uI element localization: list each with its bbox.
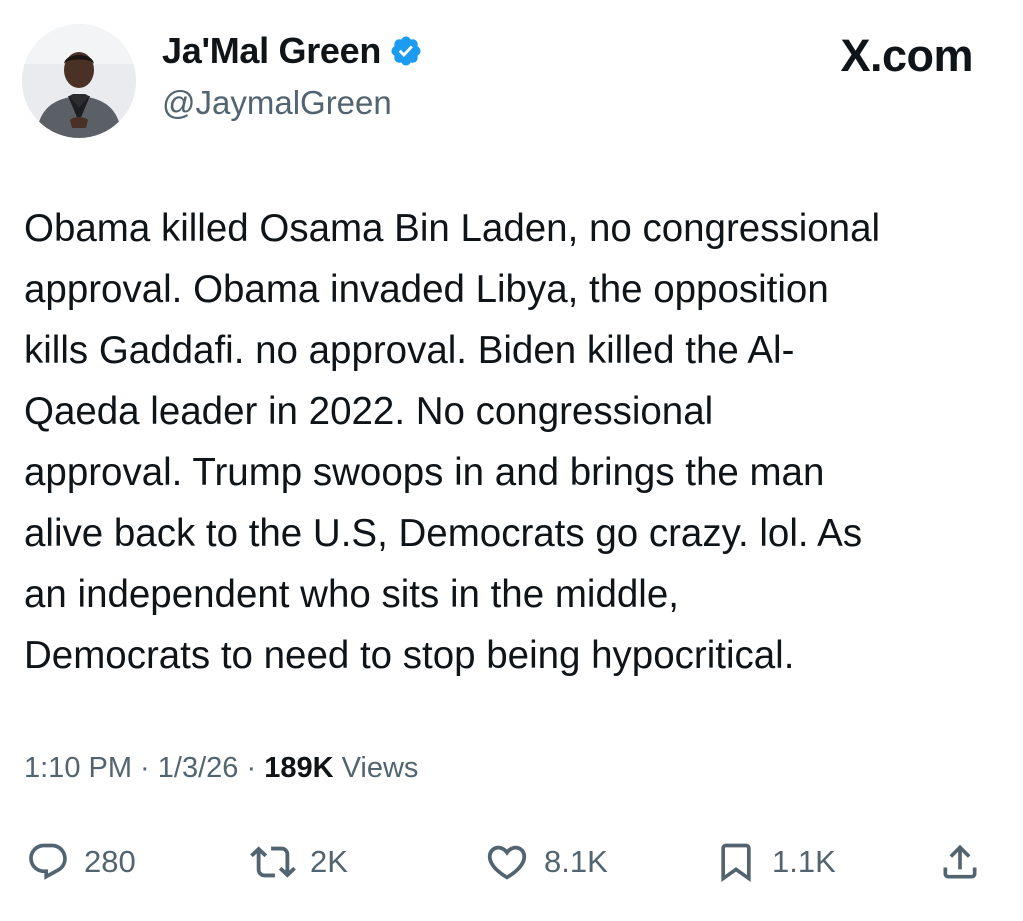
action-bar: 280 2K 8.1K 1.1K [24,830,999,894]
verified-badge-icon [389,34,423,68]
bookmark-icon [714,839,758,885]
share-button[interactable] [938,830,982,894]
reply-count: 280 [84,844,136,879]
like-count: 8.1K [544,844,608,879]
tweet-date[interactable]: 1/3/26 [158,752,239,784]
like-icon [484,839,530,885]
retweet-button[interactable]: 2K [250,830,348,894]
reply-button[interactable]: 280 [26,830,136,894]
retweet-icon [250,839,296,885]
display-name[interactable]: Ja'Mal Green [162,30,381,72]
bookmark-count: 1.1K [772,844,836,879]
meta-separator: · [238,752,265,784]
author-avatar[interactable] [22,24,136,138]
retweet-count: 2K [310,844,348,879]
meta-separator: · [132,752,158,784]
like-button[interactable]: 8.1K [484,830,608,894]
tweet-meta: 1:10 PM · 1/3/26 · 189K Views [24,752,418,785]
author-handle[interactable]: @JaymalGreen [162,84,392,122]
author-name-row: Ja'Mal Green [162,30,423,72]
views-label: Views [333,752,419,784]
brand-logo: X.com [840,30,973,81]
views-count: 189K [264,752,334,784]
tweet-text: Obama killed Osama Bin Laden, no congres… [24,207,881,677]
share-icon [938,839,982,885]
reply-icon [26,840,70,884]
bookmark-button[interactable]: 1.1K [714,830,836,894]
tweet-time[interactable]: 1:10 PM [24,752,132,784]
